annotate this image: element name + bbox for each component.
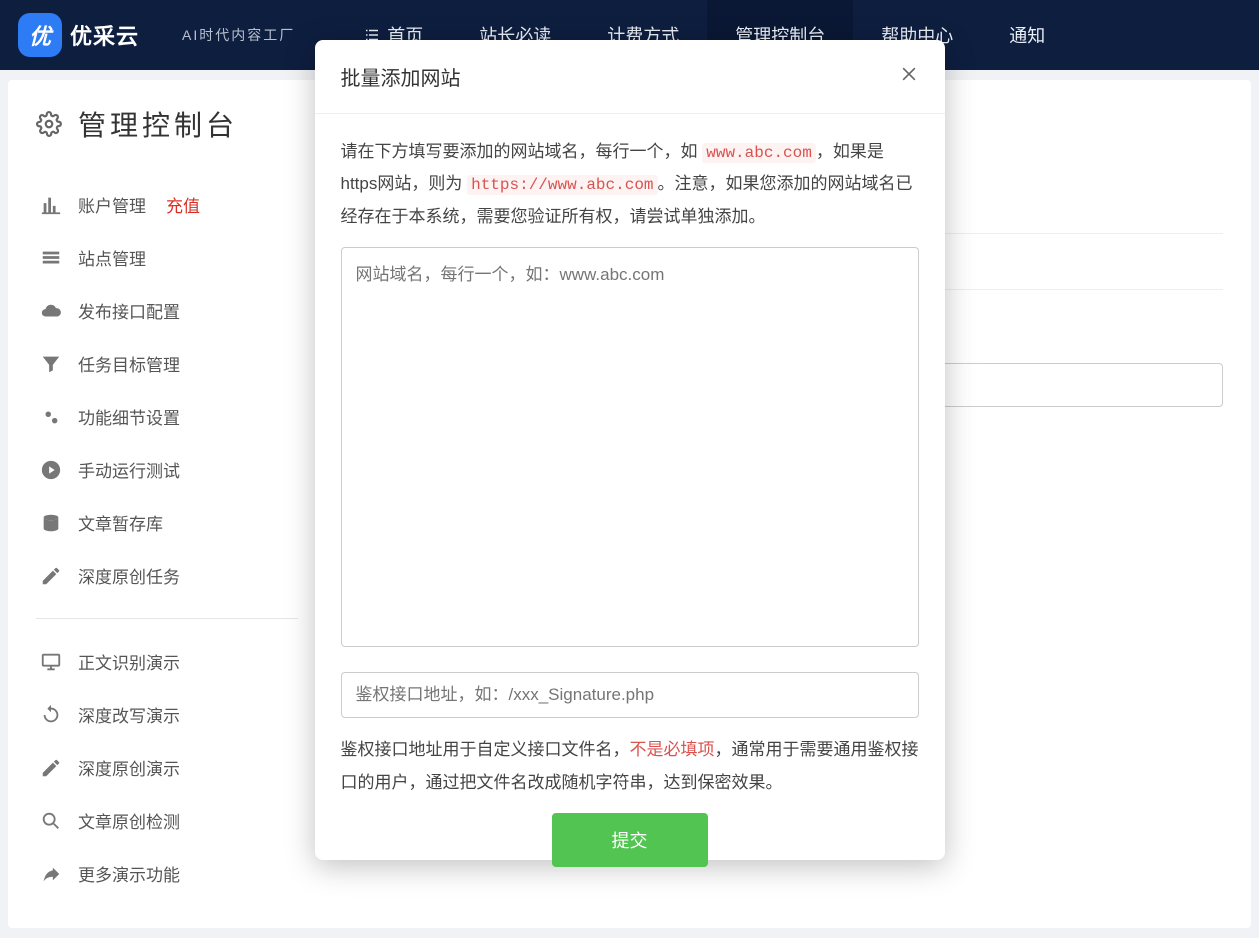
bulk-add-modal: 批量添加网站 请在下方填写要添加的网站域名，每行一个，如 www.abc.com… <box>315 40 945 860</box>
modal-intro: 请在下方填写要添加的网站域名，每行一个，如 www.abc.com，如果是htt… <box>341 136 919 233</box>
close-icon[interactable] <box>899 64 919 89</box>
submit-button[interactable]: 提交 <box>552 813 708 867</box>
modal-overlay: 批量添加网站 请在下方填写要添加的网站域名，每行一个，如 www.abc.com… <box>0 0 1259 874</box>
modal-title: 批量添加网站 <box>341 62 461 91</box>
auth-note: 鉴权接口地址用于自定义接口文件名，不是必填项，通常用于需要通用鉴权接口的用户，通… <box>341 734 919 799</box>
auth-url-input[interactable] <box>341 672 919 718</box>
domains-textarea[interactable] <box>341 247 919 647</box>
